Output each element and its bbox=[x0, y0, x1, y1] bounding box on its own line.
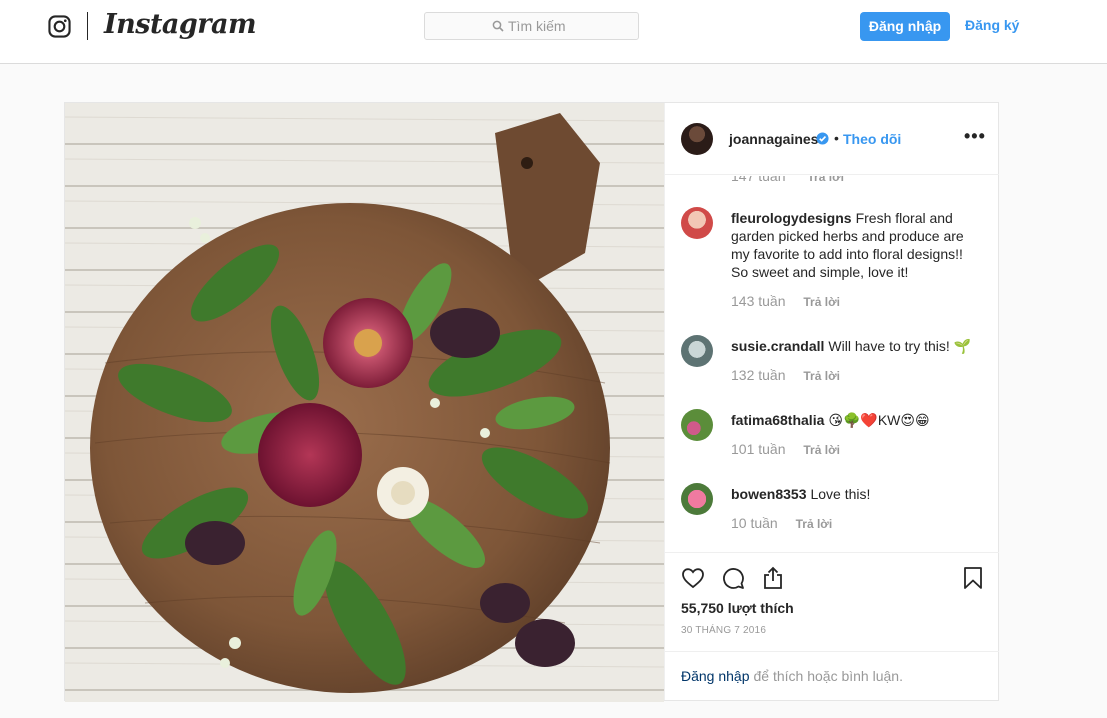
post-image[interactable] bbox=[65, 103, 664, 702]
search-icon bbox=[492, 20, 504, 32]
comment-text: fatima68thalia 😘🌳❤️KW😍😁 bbox=[731, 411, 981, 429]
comment-text: fleurologydesigns Fresh floral and garden… bbox=[731, 209, 981, 281]
comment-text: susie.crandall Will have to try this! 🌱 bbox=[731, 337, 981, 355]
comment-content: Love this! bbox=[810, 486, 871, 502]
follow-button[interactable]: Theo dõi bbox=[843, 131, 901, 147]
comment-meta: 132 tuần Trả lời bbox=[731, 367, 840, 383]
reply-button[interactable]: Trả lời bbox=[796, 517, 833, 531]
comment-content: Will have to try this! 🌱 bbox=[828, 338, 972, 354]
avatar[interactable] bbox=[681, 207, 713, 239]
post-date: 30 THÁNG 7 2016 bbox=[681, 625, 767, 636]
comment-time: 143 tuần bbox=[731, 293, 786, 309]
comment-username[interactable]: bowen8353 bbox=[731, 486, 806, 502]
login-link[interactable]: Đăng nhập bbox=[681, 668, 750, 684]
comment-username[interactable]: susie.crandall bbox=[731, 338, 824, 354]
avatar[interactable] bbox=[681, 335, 713, 367]
comments-list[interactable]: 147 tuần Trả lời fleurologydesigns Fresh … bbox=[665, 176, 999, 552]
comment-username[interactable]: fleurologydesigns bbox=[731, 210, 852, 226]
login-prompt-text: Đăng nhập để thích hoặc bình luận. bbox=[681, 668, 903, 684]
verified-badge-icon bbox=[816, 132, 829, 145]
post-card: joannagaines • Theo dõi ••• 147 tuần Trả… bbox=[64, 102, 999, 702]
comment-text: bowen8353 Love this! bbox=[731, 485, 981, 503]
reply-button[interactable]: Trả lời bbox=[807, 176, 844, 184]
login-button[interactable]: Đăng nhập bbox=[860, 12, 950, 41]
separator-dot: • bbox=[834, 130, 839, 146]
logo-divider bbox=[87, 12, 88, 40]
comment-time: 101 tuần bbox=[731, 441, 786, 457]
post-side-panel: joannagaines • Theo dõi ••• 147 tuần Trả… bbox=[664, 103, 999, 700]
avatar[interactable] bbox=[681, 483, 713, 515]
comment-meta: 147 tuần Trả lời bbox=[731, 176, 844, 184]
instagram-wordmark[interactable]: Instagram bbox=[104, 9, 257, 40]
owner-avatar[interactable] bbox=[681, 123, 713, 155]
comment-meta: 143 tuần Trả lời bbox=[731, 293, 840, 309]
comment-meta: 101 tuần Trả lời bbox=[731, 441, 840, 457]
reply-button[interactable]: Trả lời bbox=[803, 295, 840, 309]
top-navigation-bar: Instagram Tìm kiếm Đăng nhập Đăng ký bbox=[0, 0, 1107, 64]
comment-time: 10 tuần bbox=[731, 515, 778, 531]
avatar[interactable] bbox=[681, 409, 713, 441]
search-placeholder: Tìm kiếm bbox=[508, 18, 566, 34]
comment-time: 132 tuần bbox=[731, 367, 786, 383]
like-count[interactable]: 55,750 lượt thích bbox=[681, 600, 794, 616]
more-options-icon[interactable]: ••• bbox=[964, 126, 986, 147]
comment-icon[interactable] bbox=[721, 566, 745, 590]
post-actions: 55,750 lượt thích 30 THÁNG 7 2016 Đăng n… bbox=[665, 552, 999, 700]
comment-time: 147 tuần bbox=[731, 176, 786, 184]
heart-icon[interactable] bbox=[681, 566, 705, 590]
comment-username[interactable]: fatima68thalia bbox=[731, 412, 824, 428]
search-input[interactable]: Tìm kiếm bbox=[424, 12, 639, 40]
comment-meta: 10 tuần Trả lời bbox=[731, 515, 832, 531]
comment-content: 😘🌳❤️KW😍😁 bbox=[828, 412, 930, 428]
instagram-camera-icon[interactable] bbox=[48, 15, 71, 38]
post-owner-header: joannagaines • Theo dõi ••• bbox=[665, 103, 999, 175]
share-icon[interactable] bbox=[761, 566, 785, 590]
login-prompt: Đăng nhập để thích hoặc bình luận. bbox=[665, 651, 999, 701]
signup-link[interactable]: Đăng ký bbox=[965, 17, 1019, 33]
bookmark-icon[interactable] bbox=[961, 566, 985, 590]
reply-button[interactable]: Trả lời bbox=[803, 369, 840, 383]
owner-username[interactable]: joannagaines bbox=[729, 131, 818, 147]
login-prompt-rest: để thích hoặc bình luận. bbox=[753, 668, 903, 684]
reply-button[interactable]: Trả lời bbox=[803, 443, 840, 457]
post-image-art bbox=[65, 103, 664, 702]
